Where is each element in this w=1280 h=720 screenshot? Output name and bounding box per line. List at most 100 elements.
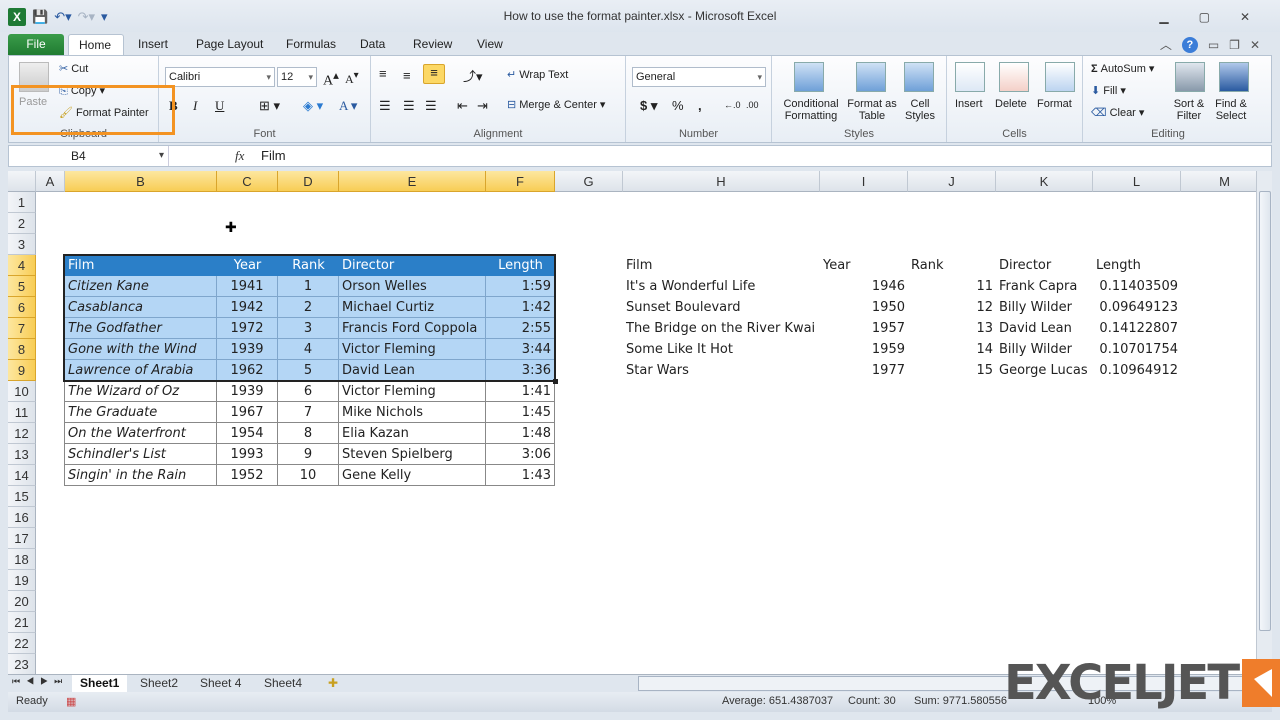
- column-header-m[interactable]: M: [1181, 171, 1256, 192]
- font-name-select[interactable]: Calibri: [165, 67, 275, 87]
- table-header-cell[interactable]: Rank: [278, 255, 339, 276]
- table2-cell[interactable]: 15: [908, 360, 996, 381]
- table-cell[interactable]: Schindler's List: [65, 444, 217, 465]
- table-header-cell[interactable]: Director: [339, 255, 486, 276]
- table-cell[interactable]: 1939: [217, 381, 278, 402]
- insert-sheet-icon[interactable]: ✚: [320, 675, 346, 692]
- tab-page-layout[interactable]: Page Layout: [186, 34, 273, 56]
- column-header-l[interactable]: L: [1093, 171, 1181, 192]
- table-cell[interactable]: The Graduate: [65, 402, 217, 423]
- format-as-table-button[interactable]: Format as Table: [846, 98, 898, 122]
- row-header-17[interactable]: 17: [8, 528, 36, 549]
- wrap-text-button[interactable]: ↵ Wrap Text: [507, 68, 568, 81]
- row-header-13[interactable]: 13: [8, 444, 36, 465]
- column-header-c[interactable]: C: [217, 171, 278, 192]
- table-cell[interactable]: 2:55: [486, 318, 555, 339]
- sort-filter-button[interactable]: Sort & Filter: [1169, 98, 1209, 122]
- table-cell[interactable]: 1:43: [486, 465, 555, 486]
- table-cell[interactable]: 1954: [217, 423, 278, 444]
- sheet-nav-buttons[interactable]: ⏮◀▶⏭: [12, 676, 68, 687]
- align-middle-button[interactable]: ≡: [403, 68, 411, 83]
- column-header-b[interactable]: B: [65, 171, 217, 192]
- row-header-11[interactable]: 11: [8, 402, 36, 423]
- row-header-15[interactable]: 15: [8, 486, 36, 507]
- row-header-2[interactable]: 2: [8, 213, 36, 234]
- column-header-i[interactable]: I: [820, 171, 908, 192]
- table-cell[interactable]: 1941: [217, 276, 278, 297]
- decrease-decimal-button[interactable]: .00: [746, 100, 759, 110]
- table-cell[interactable]: 3:36: [486, 360, 555, 381]
- table-cell[interactable]: 1942: [217, 297, 278, 318]
- table-cell[interactable]: Singin' in the Rain: [65, 465, 217, 486]
- table-cell[interactable]: 2: [278, 297, 339, 318]
- tab-formulas[interactable]: Formulas: [276, 34, 346, 56]
- table2-cell[interactable]: 1959: [820, 339, 908, 360]
- table-cell[interactable]: 4: [278, 339, 339, 360]
- align-right-button[interactable]: ☰: [425, 98, 437, 114]
- table-cell[interactable]: 1972: [217, 318, 278, 339]
- tab-view[interactable]: View: [467, 34, 513, 56]
- row-header-22[interactable]: 22: [8, 633, 36, 654]
- table2-cell[interactable]: 1977: [820, 360, 908, 381]
- table2-cell[interactable]: 1946: [820, 276, 908, 297]
- row-header-3[interactable]: 3: [8, 234, 36, 255]
- sheet-tab-sheet2[interactable]: Sheet2: [132, 675, 186, 692]
- table-cell[interactable]: 1:41: [486, 381, 555, 402]
- align-left-button[interactable]: ☰: [379, 98, 391, 114]
- sheet-tab-sheet-4[interactable]: Sheet 4: [192, 675, 249, 692]
- table-cell[interactable]: 7: [278, 402, 339, 423]
- align-bottom-button[interactable]: ≡: [423, 64, 445, 84]
- row-header-6[interactable]: 6: [8, 297, 36, 318]
- table2-cell[interactable]: Star Wars: [623, 360, 820, 381]
- table-cell[interactable]: Gone with the Wind: [65, 339, 217, 360]
- fx-icon[interactable]: fx: [235, 148, 244, 164]
- row-header-4[interactable]: 4: [8, 255, 36, 276]
- table-cell[interactable]: 1939: [217, 339, 278, 360]
- table-cell[interactable]: Gene Kelly: [339, 465, 486, 486]
- table2-header-cell[interactable]: Film: [623, 255, 820, 276]
- table2-cell[interactable]: David Lean: [996, 318, 1093, 339]
- collapse-ribbon-icon[interactable]: ︿: [1160, 36, 1172, 53]
- table2-cell[interactable]: 11: [908, 276, 996, 297]
- table2-cell[interactable]: The Bridge on the River Kwai: [623, 318, 820, 339]
- spreadsheet-grid[interactable]: A B C D E F G H I J K L M 1 2 3 4 5 6 7 8 9 10 11 12 13 14 15 16 17 18…: [8, 171, 1256, 674]
- table-cell[interactable]: Orson Welles: [339, 276, 486, 297]
- table2-cell[interactable]: George Lucas: [996, 360, 1093, 381]
- table-cell[interactable]: 3:44: [486, 339, 555, 360]
- comma-button[interactable]: ,: [698, 98, 702, 113]
- grow-font-button[interactable]: A▴: [323, 68, 339, 90]
- merge-center-button[interactable]: ⊟ Merge & Center ▾: [507, 98, 605, 111]
- number-format-select[interactable]: General: [632, 67, 766, 87]
- cell-styles-button[interactable]: Cell Styles: [900, 98, 940, 122]
- underline-button[interactable]: U: [215, 98, 224, 114]
- row-header-16[interactable]: 16: [8, 507, 36, 528]
- fill-handle[interactable]: [553, 379, 558, 384]
- table-cell[interactable]: 1:48: [486, 423, 555, 444]
- table2-header-cell[interactable]: Director: [996, 255, 1093, 276]
- table-cell[interactable]: 8: [278, 423, 339, 444]
- delete-cells-button[interactable]: Delete: [995, 98, 1027, 110]
- vertical-scroll-thumb[interactable]: [1259, 191, 1271, 631]
- font-color-button[interactable]: A ▾: [339, 98, 357, 114]
- row-header-5[interactable]: 5: [8, 276, 36, 297]
- align-top-button[interactable]: ≡: [379, 66, 387, 81]
- table2-cell[interactable]: Billy Wilder: [996, 339, 1093, 360]
- table-header-cell[interactable]: Film: [65, 255, 217, 276]
- table-cell[interactable]: 3:06: [486, 444, 555, 465]
- table2-cell[interactable]: 0.14122807: [1093, 318, 1181, 339]
- table-header-cell[interactable]: Length: [486, 255, 555, 276]
- table-cell[interactable]: 9: [278, 444, 339, 465]
- table-cell[interactable]: 1:45: [486, 402, 555, 423]
- table2-cell[interactable]: 0.09649123: [1093, 297, 1181, 318]
- table2-cell[interactable]: It's a Wonderful Life: [623, 276, 820, 297]
- cut-button[interactable]: ✂ Cut: [59, 62, 88, 75]
- format-cells-button[interactable]: Format: [1037, 98, 1072, 110]
- tab-home[interactable]: Home: [68, 34, 124, 56]
- table2-header-cell[interactable]: Rank: [908, 255, 996, 276]
- table-cell[interactable]: Victor Fleming: [339, 339, 486, 360]
- row-header-21[interactable]: 21: [8, 612, 36, 633]
- table-cell[interactable]: Michael Curtiz: [339, 297, 486, 318]
- sheet-tab-sheet1[interactable]: Sheet1: [72, 675, 128, 692]
- table-cell[interactable]: Lawrence of Arabia: [65, 360, 217, 381]
- table-cell[interactable]: Victor Fleming: [339, 381, 486, 402]
